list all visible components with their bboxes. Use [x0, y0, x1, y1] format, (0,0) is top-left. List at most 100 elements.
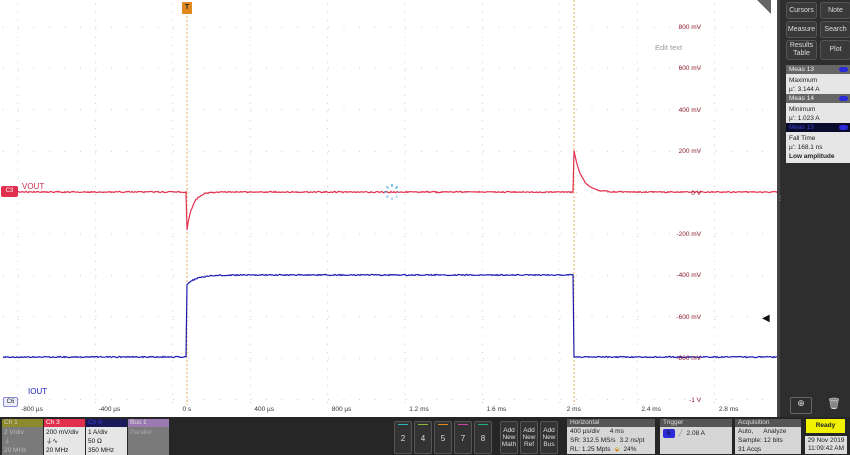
grid-dot	[172, 45, 173, 46]
grid-dot	[468, 151, 469, 152]
grid-dot	[95, 194, 96, 195]
grid-dot	[405, 20, 406, 21]
channel-2-button[interactable]: 2	[394, 421, 412, 454]
run-stop-status[interactable]: Ready	[806, 419, 845, 433]
grid-dot	[499, 151, 500, 152]
meas-14-badge[interactable]: Meas 14 Minimum µ': 1.023 A	[786, 94, 850, 125]
grid-dot	[327, 360, 328, 361]
grid-dot	[468, 68, 469, 69]
grid-dot	[637, 294, 638, 295]
grid-dot	[251, 68, 252, 69]
grid-dot	[95, 327, 96, 328]
add-new-bus-button[interactable]: Add New Bus	[540, 421, 558, 454]
panel-resize-handle[interactable]: ⋮	[777, 195, 780, 209]
grid-dot	[452, 151, 453, 152]
edit-text-annotation[interactable]: Edit text	[655, 43, 682, 52]
grid-dot	[482, 360, 483, 361]
horizontal-badge[interactable]: Horizontal 400 µs/div 4 ms SR: 312.5 MS/s…	[567, 419, 655, 454]
meas-value: µ': 3.144 A	[789, 85, 848, 94]
grid-dot	[482, 170, 483, 171]
meas-15-badge[interactable]: Meas 15 Fall Time µ': 168.1 ns Low amplitu…	[786, 123, 850, 163]
channel-7-button[interactable]: 7	[454, 421, 472, 454]
grid-dot	[545, 68, 546, 69]
grid-dot	[189, 192, 190, 193]
grid-dot	[716, 68, 717, 69]
ch6-offset-arrow-icon[interactable]: ◀	[762, 313, 770, 324]
grid-dot	[592, 27, 593, 28]
meas-13-badge[interactable]: Meas 13 Maximum µ': 3.144 A	[786, 65, 850, 96]
channel-5-button[interactable]: 5	[434, 421, 452, 454]
grid-dot	[714, 70, 715, 71]
grid-dot	[172, 261, 173, 262]
grid-dot	[111, 399, 112, 400]
trigger-position-marker[interactable]: T	[182, 2, 192, 14]
grid-dot	[482, 62, 483, 63]
grid-dot	[327, 161, 328, 162]
grid-dot	[762, 151, 763, 152]
trigger-badge[interactable]: Trigger 6 ╱ 2.08 A	[660, 419, 732, 454]
grid-dot	[637, 95, 638, 96]
ch3-settings-badge[interactable]: Ch 3 200 mV/div ⏚∿ 20 MHz	[44, 419, 85, 455]
grid-dot	[390, 358, 391, 359]
grid-dot	[327, 344, 328, 345]
channel-8-button[interactable]: 8	[474, 421, 492, 454]
trash-icon[interactable]: 🗑	[824, 397, 844, 414]
waveform-view[interactable]: 800 mV 600 mV 400 mV 200 mV 0 V -200 mV -400 m…	[0, 0, 777, 417]
grid-dot	[607, 27, 608, 28]
measure-button[interactable]: Measure	[786, 21, 817, 38]
grid-dot	[483, 358, 484, 359]
search-button[interactable]: Search	[820, 21, 850, 38]
grid-dot	[65, 399, 66, 400]
grid-dot	[189, 316, 190, 317]
grid-dot	[3, 275, 4, 276]
grid-dot	[328, 27, 329, 28]
date-time: 29 Nov 2019 11:09:42 AM	[805, 436, 847, 454]
grid-dot	[172, 20, 173, 21]
acq-count: 31 Acqs	[738, 445, 761, 454]
grid-dot	[80, 358, 81, 359]
acquisition-badge[interactable]: Acquisition Auto, Analyze Sample: 12 bits…	[735, 419, 801, 454]
x-tick-label: 2.4 ms	[641, 406, 661, 413]
grid-dot	[142, 151, 143, 152]
grid-dot	[327, 228, 328, 229]
grid-dot	[266, 358, 267, 359]
grid-dot	[172, 111, 173, 112]
grid-dot	[127, 399, 128, 400]
grid-dot	[80, 68, 81, 69]
grid-dot	[406, 68, 407, 69]
grid-dot	[637, 327, 638, 328]
grid-dot	[714, 385, 715, 386]
grid-dot	[607, 151, 608, 152]
plot-button[interactable]: Plot	[820, 40, 850, 60]
grid-dot	[250, 253, 251, 254]
ch3-badge[interactable]: C3	[1, 186, 18, 197]
ch6-badge[interactable]: C6	[3, 397, 18, 407]
add-new-math-button[interactable]: Add New Math	[500, 421, 518, 454]
grid-dot	[250, 95, 251, 96]
bus1-badge[interactable]: Bus 1 Parallel	[128, 419, 169, 455]
grid-dot	[18, 244, 19, 245]
zoom-icon[interactable]: ⊕	[790, 397, 812, 414]
grid-dot	[637, 4, 638, 5]
grid-dot	[714, 4, 715, 5]
ch6-settings-badge[interactable]: Ch 6 1 A/div 50 Ω 350 MHz	[86, 419, 127, 455]
cursors-button[interactable]: Cursors	[786, 2, 817, 19]
grid-dot	[220, 316, 221, 317]
grid-dot	[250, 145, 251, 146]
ch1-badge[interactable]: Ch 1 2 V/div ⏚ 20 MHz	[2, 419, 43, 455]
grid-dot	[327, 20, 328, 21]
grid-dot	[235, 27, 236, 28]
channel-4-button[interactable]: 4	[414, 421, 432, 454]
grid-dot	[482, 286, 483, 287]
grid-dot	[327, 87, 328, 88]
grid-dot	[95, 377, 96, 378]
add-new-ref-button[interactable]: Add New Ref	[520, 421, 538, 454]
expand-corner-icon[interactable]	[757, 0, 771, 14]
grid-dot	[559, 369, 560, 370]
grid-dot	[390, 234, 391, 235]
grid-dot	[637, 194, 638, 195]
grid-dot	[95, 269, 96, 270]
results-table-button[interactable]: Results Table	[786, 40, 817, 60]
grid-dot	[172, 153, 173, 154]
note-button[interactable]: Note	[820, 2, 850, 19]
